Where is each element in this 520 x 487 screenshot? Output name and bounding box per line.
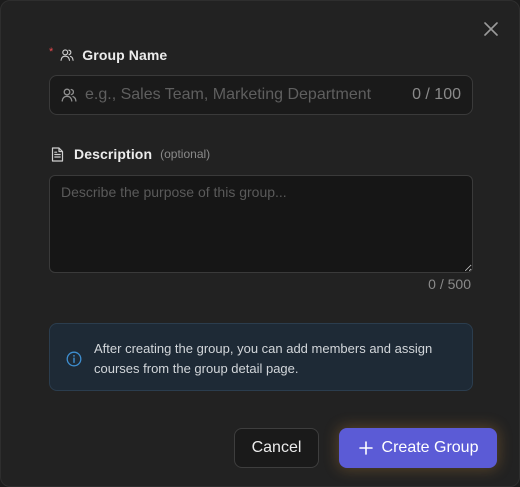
group-name-label-row: * Group Name xyxy=(49,46,168,63)
group-name-counter: 0 / 100 xyxy=(412,86,461,103)
info-line-1: After creating the group, you can add me… xyxy=(94,341,433,356)
description-counter: 0 / 500 xyxy=(428,276,471,292)
info-callout: After creating the group, you can add me… xyxy=(49,323,473,391)
info-message: After creating the group, you can add me… xyxy=(94,339,432,379)
group-name-label: Group Name xyxy=(82,47,168,63)
file-text-icon xyxy=(49,146,65,162)
group-name-field[interactable]: 0 / 100 xyxy=(49,75,473,115)
cancel-button[interactable]: Cancel xyxy=(234,428,319,468)
users-icon xyxy=(59,47,75,63)
group-name-input[interactable] xyxy=(85,86,405,104)
plus-icon xyxy=(358,440,374,456)
required-marker: * xyxy=(49,46,54,58)
users-icon xyxy=(61,87,77,103)
description-label: Description xyxy=(74,146,153,162)
create-group-dialog: * Group Name 0 / 100 xyxy=(0,0,520,487)
optional-hint: (optional) xyxy=(160,147,211,161)
close-icon xyxy=(484,22,498,36)
info-line-2: courses from the group detail page. xyxy=(94,361,299,376)
create-group-label: Create Group xyxy=(381,439,479,456)
description-textarea[interactable] xyxy=(49,175,473,273)
create-group-button[interactable]: Create Group xyxy=(339,428,497,468)
info-icon xyxy=(66,351,82,367)
close-button[interactable] xyxy=(481,19,501,39)
description-label-row: Description (optional) xyxy=(49,146,210,162)
